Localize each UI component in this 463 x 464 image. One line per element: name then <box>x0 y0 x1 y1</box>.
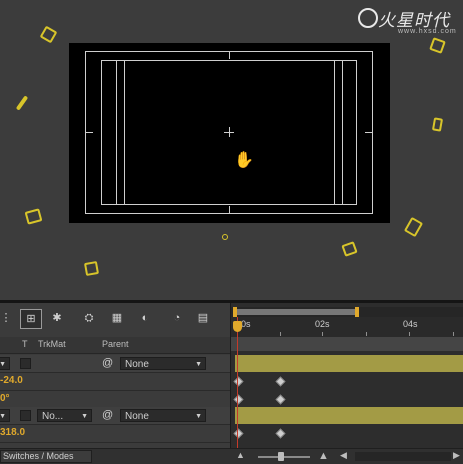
property-row[interactable]: -24.0 <box>0 373 230 391</box>
hand-cursor-icon: ✋ <box>234 152 254 169</box>
shape-layer[interactable] <box>15 95 29 111</box>
current-time-indicator-head[interactable] <box>233 321 242 332</box>
ruler-label: 02s <box>315 319 330 329</box>
composition-frame[interactable]: ✋ <box>69 43 390 223</box>
shape-layer[interactable] <box>341 241 358 257</box>
trkmat-value: No... <box>42 411 64 422</box>
scroll-right-icon[interactable]: ▶ <box>453 450 460 461</box>
zoom-slider-thumb[interactable] <box>278 452 284 461</box>
mode-dropdown[interactable]: ▼ <box>0 357 10 370</box>
column-parent[interactable]: Parent <box>102 339 129 349</box>
watermark-logo: 火星时代 www.hxsd.com <box>358 4 460 38</box>
center-cut-guide <box>334 60 335 205</box>
logo-url-text: www.hxsd.com <box>398 28 457 35</box>
switches-modes-toggle[interactable]: Switches / Modes <box>0 450 92 463</box>
timeline-switches-toolbar: ⋮ ⊞ ✱ ⛭ ▦ ◐ ◔ ▤ <box>0 303 230 335</box>
hide-shy-icon[interactable]: ⛭ <box>80 309 98 327</box>
zoom-slider[interactable] <box>258 456 310 458</box>
ruler-tick <box>453 332 454 336</box>
keyframe[interactable] <box>275 428 286 439</box>
edge-tick-right <box>365 132 373 133</box>
trkmat-swatch[interactable] <box>20 358 31 369</box>
keyframe[interactable] <box>275 394 286 405</box>
ruler-tick <box>409 332 410 336</box>
timeline-panel: ⋮ ⊞ ✱ ⛭ ▦ ◐ ◔ ▤ T TrkMat Parent ▼ @ None… <box>0 303 463 464</box>
column-trkmat[interactable]: TrkMat <box>38 339 66 349</box>
property-value[interactable]: -24.0 <box>0 375 23 386</box>
shape-layer[interactable] <box>83 260 100 277</box>
layer-row[interactable]: ▼ @ None ▼ <box>0 355 230 373</box>
shape-layer[interactable] <box>24 208 43 225</box>
navigator-start-handle[interactable] <box>233 307 237 317</box>
time-ruler[interactable]: 0s 02s 04s <box>231 317 463 338</box>
time-navigator[interactable] <box>231 307 463 317</box>
draft-3d-icon[interactable]: ✱ <box>48 309 66 327</box>
composition-viewer[interactable]: 火星时代 www.hxsd.com ✋ <box>0 0 463 300</box>
timeline-status-bar: Switches / Modes ▲ ▲ ◀ ▶ <box>0 448 463 464</box>
keyframe[interactable] <box>275 376 286 387</box>
current-time-indicator[interactable] <box>237 317 238 463</box>
layer-duration-bar[interactable] <box>235 407 463 424</box>
ruler-tick <box>322 332 323 336</box>
column-header: T TrkMat Parent <box>0 337 230 354</box>
ruler-label: 04s <box>403 319 418 329</box>
center-cross-v <box>229 127 230 137</box>
ruler-label: 0s <box>241 319 251 329</box>
parent-dropdown[interactable]: None ▼ <box>120 409 206 422</box>
mode-dropdown[interactable]: ▼ <box>0 409 10 422</box>
frame-blending-icon[interactable]: ▦ <box>108 309 126 327</box>
parent-dropdown[interactable]: None ▼ <box>120 357 206 370</box>
horizontal-scrollbar[interactable] <box>355 452 451 461</box>
edge-tick-top <box>229 51 230 59</box>
edge-tick-left <box>85 132 93 133</box>
property-value[interactable]: 0° <box>0 393 10 404</box>
motion-blur-icon[interactable]: ◐ <box>136 309 154 327</box>
property-row[interactable]: 318.0 <box>0 425 230 443</box>
edge-tick-bottom <box>229 206 230 214</box>
shy-layers-icon[interactable]: ⊞ <box>20 309 42 329</box>
layer-duration-bar[interactable] <box>235 355 463 372</box>
keyframe[interactable] <box>233 376 244 387</box>
navigator-end-handle[interactable] <box>355 307 359 317</box>
time-graph[interactable]: 0s 02s 04s <box>230 303 463 463</box>
shape-layer[interactable] <box>429 37 446 54</box>
trkmat-swatch[interactable] <box>20 410 31 421</box>
shape-layer[interactable] <box>39 25 58 44</box>
property-value[interactable]: 318.0 <box>0 427 25 438</box>
logo-ring-icon <box>358 8 378 28</box>
scroll-left-icon[interactable]: ◀ <box>340 450 347 461</box>
graph-editor-icon[interactable]: ◔ <box>168 309 186 327</box>
parent-value: None <box>125 359 149 370</box>
brainstorm-icon[interactable]: ▤ <box>194 309 212 327</box>
zoom-out-icon[interactable]: ▲ <box>236 450 245 460</box>
work-area-bar[interactable] <box>231 337 463 351</box>
shape-layer[interactable] <box>431 117 444 132</box>
ruler-tick <box>280 332 281 336</box>
zoom-in-icon[interactable]: ▲ <box>318 450 329 462</box>
trkmat-dropdown[interactable]: No... ▼ <box>37 409 92 422</box>
column-t[interactable]: T <box>22 339 28 349</box>
shape-layer[interactable] <box>222 234 228 240</box>
pick-whip-icon[interactable]: @ <box>102 357 113 369</box>
center-cut-guide <box>116 60 117 205</box>
center-cut-guide <box>342 60 343 205</box>
keyframe[interactable] <box>233 394 244 405</box>
shape-layer[interactable] <box>403 216 424 238</box>
ruler-tick <box>366 332 367 336</box>
parent-value: None <box>125 411 149 422</box>
pick-whip-icon[interactable]: @ <box>102 409 113 421</box>
center-cut-guide <box>124 60 125 205</box>
time-navigator-range[interactable] <box>235 309 357 315</box>
panel-menu-icon[interactable]: ⋮ <box>0 309 12 327</box>
layer-row[interactable]: ▼ No... ▼ @ None ▼ <box>0 407 230 425</box>
keyframe[interactable] <box>233 428 244 439</box>
